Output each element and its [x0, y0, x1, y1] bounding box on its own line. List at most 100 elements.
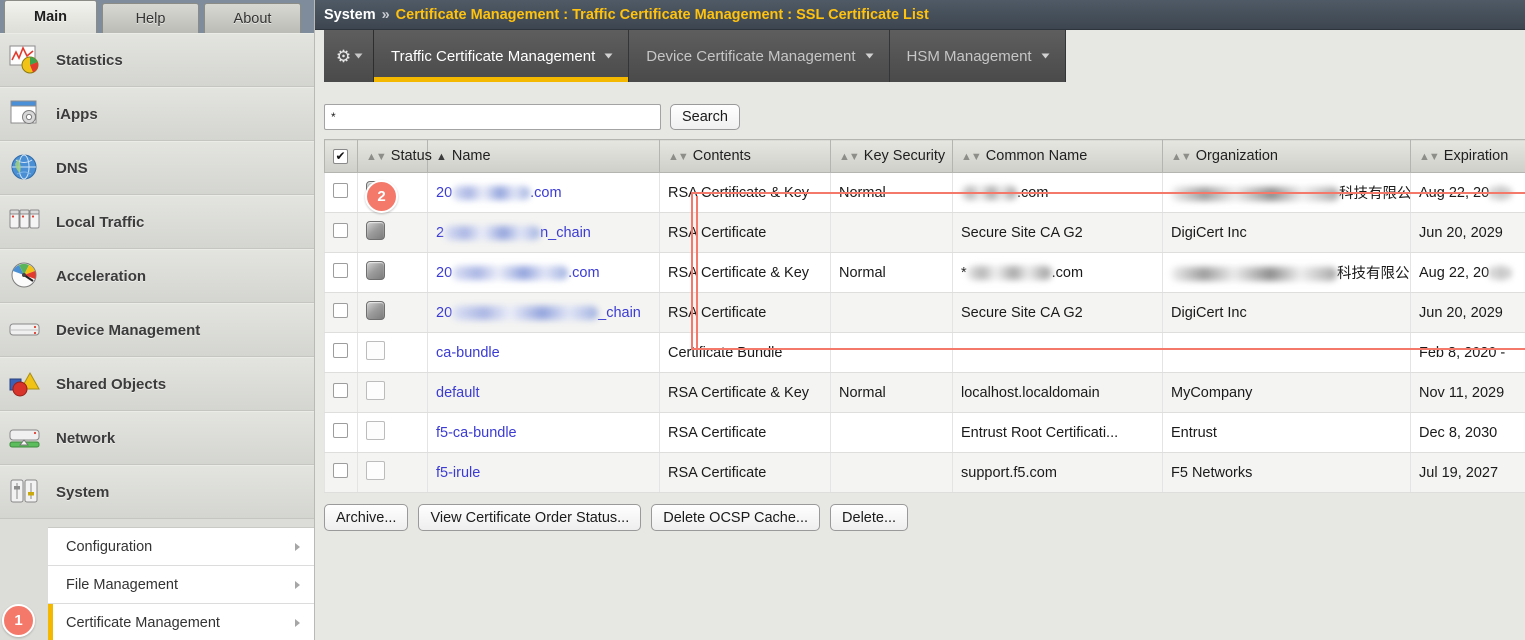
status-indicator-icon[interactable]	[366, 301, 385, 320]
column-header-expiration[interactable]: ▲▼ Expiration	[1410, 139, 1525, 173]
row-status-cell[interactable]	[357, 212, 428, 253]
content-area: Search ✔ ▲▼Status▲Name▲▼Contents▲▼Key Sec…	[315, 82, 1525, 531]
status-indicator-icon[interactable]	[366, 341, 385, 360]
column-header-organization[interactable]: ▲▼ Organization	[1162, 139, 1411, 173]
certificate-name-link[interactable]: f5-irule	[436, 465, 480, 481]
sidebar-item-acceleration[interactable]: Acceleration	[0, 249, 314, 303]
row-name-cell[interactable]: 2 n_chain	[427, 212, 660, 253]
row-select-cell[interactable]	[324, 332, 358, 373]
table-row[interactable]: default RSA Certificate & Key Normal loc…	[324, 372, 1525, 413]
annotation-badge-2: 2	[365, 180, 398, 213]
sidebar-tab-main[interactable]: Main	[4, 0, 97, 33]
status-indicator-icon[interactable]	[366, 221, 385, 240]
status-indicator-icon[interactable]	[366, 261, 385, 280]
row-name-cell[interactable]: 20 .com	[427, 172, 660, 213]
column-header-status[interactable]: ▲▼ Status	[357, 139, 432, 173]
submenu-item-configuration[interactable]: Configuration	[48, 528, 314, 566]
row-checkbox[interactable]	[333, 343, 348, 358]
row-checkbox[interactable]	[333, 263, 348, 278]
row-name-cell[interactable]: f5-irule	[427, 452, 660, 493]
sidebar-tab-label: Main	[33, 9, 68, 25]
module-tab-device-certificate-management[interactable]: Device Certificate Management	[629, 30, 890, 82]
select-all-checkbox[interactable]: ✔	[333, 148, 348, 164]
row-name-cell[interactable]: ca-bundle	[427, 332, 660, 373]
row-select-cell[interactable]	[324, 212, 358, 253]
sidebar-item-system[interactable]: System	[0, 465, 314, 519]
submenu-item-certificate-management[interactable]: Certificate Management	[48, 604, 314, 640]
sidebar-item-statistics[interactable]: Statistics	[0, 33, 314, 87]
sidebar-item-dns[interactable]: DNS	[0, 141, 314, 195]
status-indicator-icon[interactable]	[366, 421, 385, 440]
search-button[interactable]: Search	[670, 104, 740, 130]
row-select-cell[interactable]	[324, 452, 358, 493]
row-name-cell[interactable]: 20 .com	[427, 252, 660, 293]
row-status-cell[interactable]	[357, 252, 428, 293]
module-tab-traffic-certificate-management[interactable]: Traffic Certificate Management	[374, 30, 630, 82]
column-header-common_name[interactable]: ▲▼ Common Name	[952, 139, 1163, 173]
row-status-cell[interactable]	[357, 292, 428, 333]
sidebar-item-shared-objects[interactable]: Shared Objects	[0, 357, 314, 411]
certificate-name-link[interactable]: f5-ca-bundle	[436, 425, 517, 441]
sidebar-tab-about[interactable]: About	[204, 3, 301, 33]
row-common-name-cell: * .com	[952, 252, 1163, 293]
row-checkbox[interactable]	[333, 183, 348, 198]
row-name-cell[interactable]: f5-ca-bundle	[427, 412, 660, 453]
action-button-view-certificate-order-status[interactable]: View Certificate Order Status...	[418, 504, 642, 531]
row-key-security-cell	[830, 332, 953, 373]
annotation-badge-1: 1	[2, 604, 35, 637]
action-button-delete-ocsp-cache[interactable]: Delete OCSP Cache...	[651, 504, 821, 531]
status-indicator-icon[interactable]	[366, 461, 385, 480]
sidebar-item-network[interactable]: Network	[0, 411, 314, 465]
settings-gear-menu-button[interactable]: ⚙	[324, 30, 374, 82]
shared-objects-shapes-icon	[8, 367, 44, 401]
row-checkbox[interactable]	[333, 383, 348, 398]
row-status-cell[interactable]	[357, 332, 428, 373]
column-header-name[interactable]: ▲ Name	[427, 139, 660, 173]
module-tab-hsm-management[interactable]: HSM Management	[889, 30, 1066, 82]
certificate-name-link[interactable]: ca-bundle	[436, 345, 500, 361]
sidebar-tab-help[interactable]: Help	[102, 3, 199, 33]
table-row[interactable]: 20 .com RSA Certificate & Key Normal * .…	[324, 252, 1525, 293]
sidebar-item-local-traffic[interactable]: Local Traffic	[0, 195, 314, 249]
sidebar-item-device-management[interactable]: Device Management	[0, 303, 314, 357]
status-indicator-icon[interactable]	[366, 381, 385, 400]
row-status-cell[interactable]	[357, 452, 428, 493]
certificate-name-link[interactable]: 2 n_chain	[436, 225, 591, 241]
certificate-name-link[interactable]: 20 .com	[436, 265, 600, 281]
action-button-delete[interactable]: Delete...	[830, 504, 909, 531]
row-select-cell[interactable]	[324, 292, 358, 333]
module-tabs: Traffic Certificate Management Device Ce…	[374, 30, 1066, 82]
row-name-cell[interactable]: 20 _chain	[427, 292, 660, 333]
row-checkbox[interactable]	[333, 463, 348, 478]
row-status-cell[interactable]	[357, 412, 428, 453]
table-row[interactable]: ca-bundle Certificate Bundle Feb 8, 2020…	[324, 332, 1525, 373]
certificate-name-link[interactable]: 20 _chain	[436, 305, 641, 321]
column-header-contents[interactable]: ▲▼ Contents	[659, 139, 831, 173]
row-name-cell[interactable]: default	[427, 372, 660, 413]
sidebar-item-iapps[interactable]: iApps	[0, 87, 314, 141]
search-input[interactable]	[324, 104, 661, 130]
row-checkbox[interactable]	[333, 303, 348, 318]
row-checkbox[interactable]	[333, 423, 348, 438]
sidebar-item-label: DNS	[56, 159, 88, 177]
table-row[interactable]: 2 n_chain RSA Certificate Secure Site CA…	[324, 212, 1525, 253]
row-key-security-cell	[830, 212, 953, 253]
certificate-name-link[interactable]: default	[436, 385, 480, 401]
submenu-item-file-management[interactable]: File Management	[48, 566, 314, 604]
certificate-name-link[interactable]: 20 .com	[436, 185, 562, 201]
action-button-archive[interactable]: Archive...	[324, 504, 409, 531]
row-select-cell[interactable]	[324, 172, 358, 213]
table-row[interactable]: 20 _chain RSA Certificate Secure Site CA…	[324, 292, 1525, 333]
row-select-cell[interactable]	[324, 412, 358, 453]
column-header-key_security[interactable]: ▲▼ Key Security	[830, 139, 953, 173]
table-row[interactable]: f5-ca-bundle RSA Certificate Entrust Roo…	[324, 412, 1525, 453]
row-checkbox[interactable]	[333, 223, 348, 238]
sort-icon: ▲▼	[961, 151, 982, 163]
row-contents-cell: RSA Certificate & Key	[659, 252, 831, 293]
row-status-cell[interactable]	[357, 372, 428, 413]
row-select-cell[interactable]	[324, 252, 358, 293]
select-all-header[interactable]: ✔	[324, 139, 358, 173]
row-select-cell[interactable]	[324, 372, 358, 413]
table-row[interactable]: f5-irule RSA Certificate support.f5.com …	[324, 452, 1525, 493]
table-row[interactable]: 20 .com RSA Certificate & Key Normal .co…	[324, 172, 1525, 213]
